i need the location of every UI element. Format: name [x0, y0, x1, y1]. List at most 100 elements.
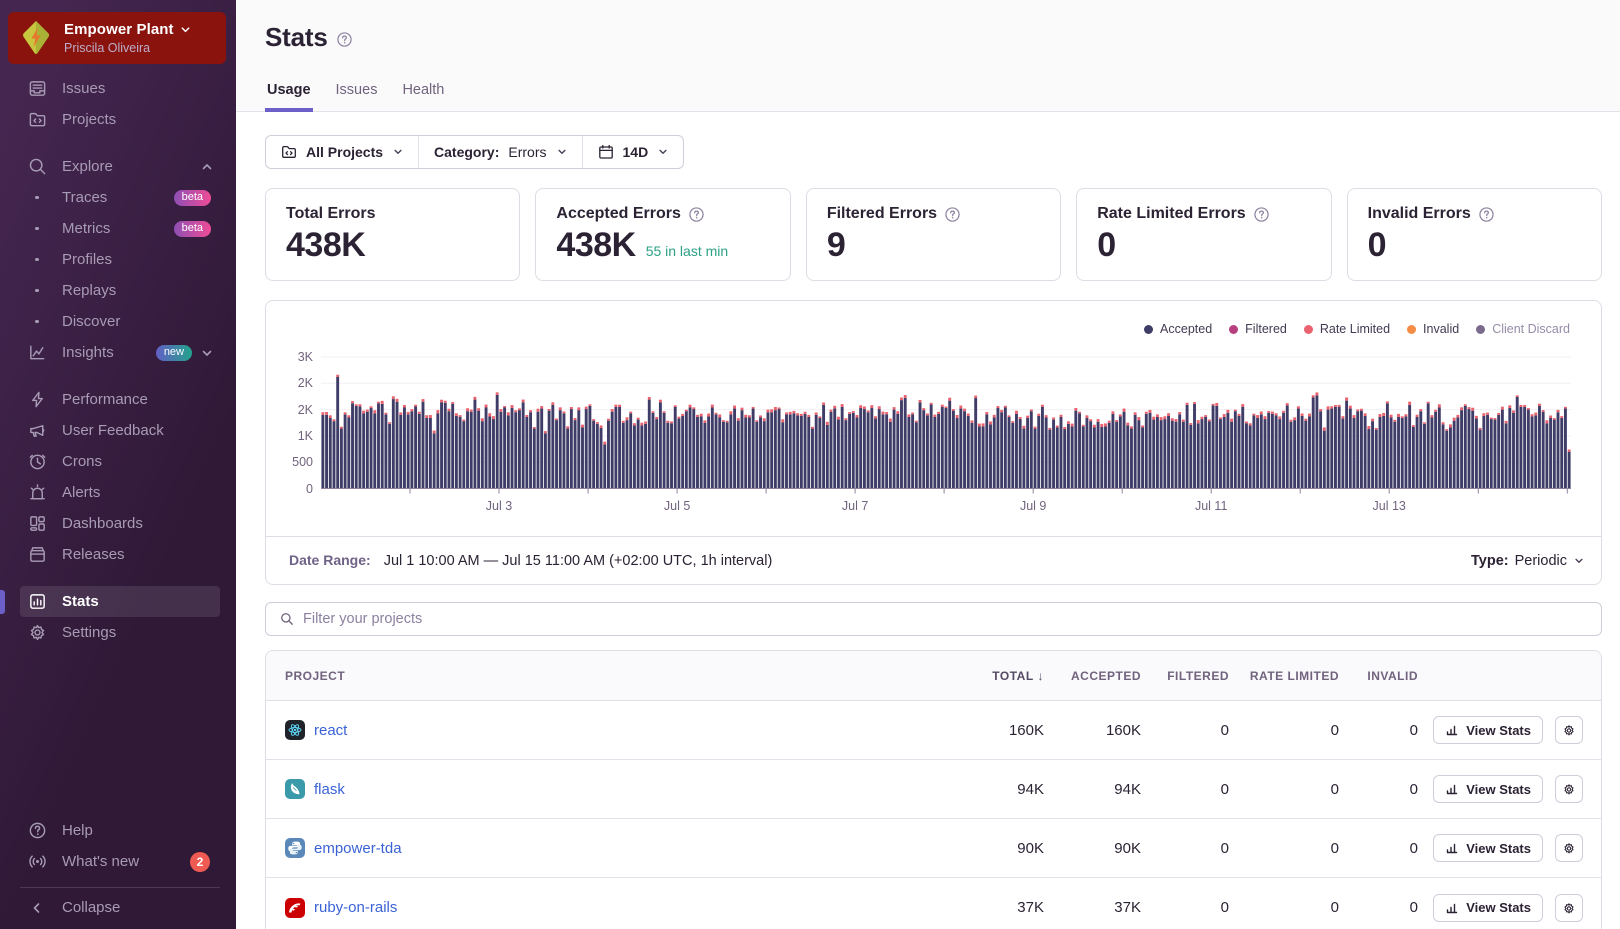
legend-item-rate-limited[interactable]: Rate Limited [1303, 322, 1390, 336]
sidebar: Empower Plant Priscila Oliveira Issues Pr… [0, 0, 236, 929]
column-header-filtered[interactable]: Filtered [1141, 669, 1229, 683]
project-settings-button[interactable] [1555, 775, 1583, 803]
performance-icon [27, 390, 47, 410]
legend-dot [1229, 324, 1239, 334]
sidebar-item-explore[interactable]: Explore [20, 151, 220, 182]
date-period-filter[interactable]: 14D [581, 136, 684, 168]
stat-cards: Total Errors 438K Accepted Errors 438K 55 in… [265, 188, 1603, 281]
invalid-cell: 0 [1409, 899, 1418, 916]
sidebar-item-performance[interactable]: Performance [20, 384, 220, 415]
project-link[interactable]: react [314, 722, 347, 739]
sidebar-item-dashboards[interactable]: Dashboards [20, 508, 220, 539]
column-header-rate_limited[interactable]: Rate Limited [1229, 669, 1339, 683]
legend-item-filtered[interactable]: Filtered [1229, 322, 1287, 336]
sidebar-item-crons[interactable]: Crons [20, 446, 220, 477]
sidebar-item-label: Discover [62, 313, 121, 330]
sidebar-item-projects[interactable]: Projects [20, 104, 220, 135]
usage-chart-card: Accepted Filtered Rate Limited Invalid Clien… [265, 300, 1602, 585]
help-circle-icon[interactable] [689, 206, 704, 222]
y-axis-label: 3K [297, 350, 313, 364]
tab-issues[interactable]: Issues [334, 82, 380, 112]
page-title: Stats [265, 22, 328, 52]
sidebar-item-issues[interactable]: Issues [20, 73, 220, 104]
legend-item-accepted[interactable]: Accepted [1144, 322, 1212, 336]
total-cell: 90K [1017, 839, 1044, 857]
sidebar-item-replays[interactable]: Replays [20, 275, 220, 306]
rails-project-icon [285, 897, 305, 918]
project-settings-button[interactable] [1555, 716, 1583, 744]
sidebar-item-label: Projects [62, 111, 117, 128]
stat-card-1: Accepted Errors 438K 55 in last min [535, 188, 791, 281]
sidebar-item-help[interactable]: Help [20, 815, 220, 846]
project-cell: empower-tda [266, 838, 924, 858]
sidebar-item-collapse[interactable]: Collapse [20, 892, 220, 923]
actions-cell: View Stats [1418, 716, 1601, 744]
sidebar-item-label: Alerts [62, 484, 101, 501]
sidebar-item-stats[interactable]: Stats [0, 586, 220, 617]
stat-card-title: Invalid Errors [1368, 205, 1581, 223]
sidebar-item-label: Crons [62, 453, 103, 470]
legend-dot [1407, 324, 1417, 334]
project-settings-button[interactable] [1555, 834, 1583, 862]
sidebar-item-traces[interactable]: Traces beta [20, 182, 220, 213]
sidebar-item-alerts[interactable]: Alerts [20, 477, 220, 508]
broadcast-icon [27, 852, 47, 872]
accepted-cell: 94K [1114, 780, 1141, 798]
usage-chart[interactable] [321, 351, 1571, 496]
view-stats-button[interactable]: View Stats [1433, 834, 1543, 862]
legend-label: Accepted [1160, 322, 1213, 336]
project-cell: react [266, 720, 924, 740]
org-switcher[interactable]: Empower Plant Priscila Oliveira [8, 12, 226, 64]
stat-card-title-text: Total Errors [286, 205, 376, 222]
stat-card-title: Rate Limited Errors [1097, 205, 1310, 223]
project-link[interactable]: flask [314, 781, 345, 798]
sidebar-item-profiles[interactable]: Profiles [20, 244, 220, 275]
project-cell: ruby-on-rails [266, 897, 924, 918]
project-link[interactable]: empower-tda [314, 840, 402, 857]
column-header-total[interactable]: Total ↓ [924, 669, 1044, 683]
sidebar-item-whats-new[interactable]: What's new 2 [20, 846, 220, 877]
tab-usage[interactable]: Usage [265, 82, 313, 112]
content: All Projects Category: Errors 14D Total … [236, 112, 1620, 929]
whats-new-count-badge: 2 [190, 851, 210, 872]
filtered-cell: 0 [1220, 721, 1229, 739]
project-search-input[interactable] [303, 611, 1587, 627]
column-header-accepted[interactable]: Accepted [1044, 669, 1141, 683]
sidebar-item-insights[interactable]: Insights new [20, 337, 220, 368]
project-cell: flask [266, 779, 924, 799]
x-axis-label: Jul 13 [1372, 499, 1406, 513]
column-header-project[interactable]: Project [266, 669, 924, 683]
view-stats-button[interactable]: View Stats [1433, 775, 1543, 803]
legend-label: Client Discard [1492, 322, 1570, 336]
tab-health[interactable]: Health [400, 82, 446, 112]
category-filter[interactable]: Category: Errors [418, 136, 581, 168]
alerts-icon [27, 483, 47, 503]
sidebar-group-tertiary: Stats Settings [0, 586, 236, 648]
sidebar-item-settings[interactable]: Settings [20, 617, 220, 648]
column-header-invalid[interactable]: Invalid [1339, 669, 1418, 683]
stat-card-title-text: Invalid Errors [1367, 205, 1471, 222]
bullet-icon [27, 288, 47, 293]
bar-chart-icon [1445, 841, 1459, 855]
stat-card-title-text: Accepted Errors [556, 205, 681, 222]
legend-item-invalid[interactable]: Invalid [1407, 322, 1459, 336]
y-axis-label: 2K [297, 402, 313, 417]
help-circle-icon[interactable] [1254, 206, 1269, 222]
chart-type-select[interactable]: Type: Periodic [1471, 553, 1584, 569]
bullet-icon [27, 319, 47, 324]
total-cell: 160K [1008, 721, 1044, 739]
page-help-icon[interactable] [336, 32, 352, 47]
help-circle-icon[interactable] [1479, 206, 1494, 222]
project-settings-button[interactable] [1555, 893, 1583, 922]
legend-item-client-discard[interactable]: Client Discard [1476, 322, 1570, 336]
sidebar-item-discover[interactable]: Discover [20, 306, 220, 337]
project-link[interactable]: ruby-on-rails [314, 899, 397, 916]
sidebar-item-label: Settings [62, 624, 117, 641]
sidebar-item-releases[interactable]: Releases [20, 539, 220, 570]
project-filter[interactable]: All Projects [266, 136, 418, 168]
view-stats-button[interactable]: View Stats [1433, 893, 1543, 922]
sidebar-item-user-feedback[interactable]: User Feedback [20, 415, 220, 446]
sidebar-item-metrics[interactable]: Metrics beta [20, 213, 220, 244]
view-stats-button[interactable]: View Stats [1433, 716, 1543, 744]
help-circle-icon[interactable] [945, 206, 960, 222]
